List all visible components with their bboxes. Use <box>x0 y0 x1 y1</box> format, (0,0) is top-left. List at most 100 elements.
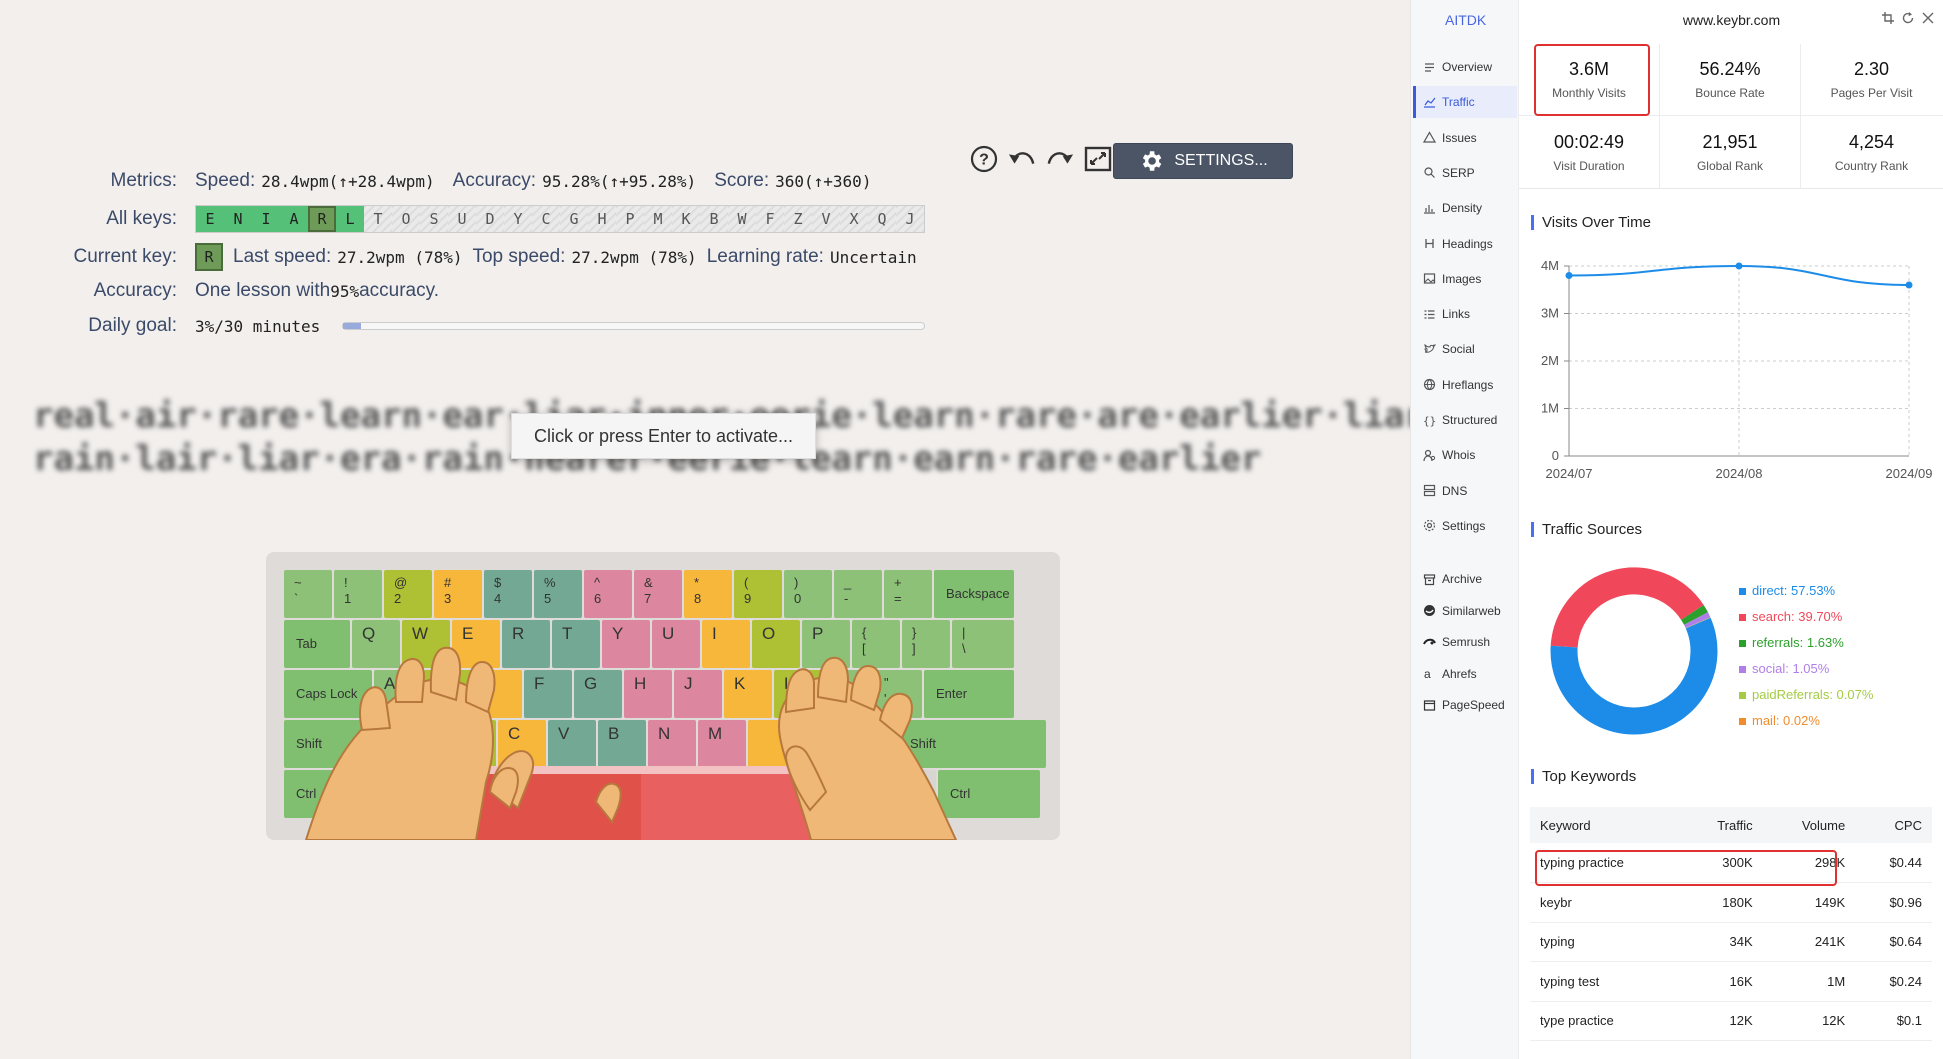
legend-direct: direct: 57.53% <box>1739 578 1873 604</box>
traffic-icon <box>1424 97 1436 108</box>
col-keyword: Keyword <box>1530 807 1682 843</box>
issues-icon <box>1423 131 1436 143</box>
close-icon[interactable] <box>1922 12 1934 24</box>
donut-slice-search <box>1550 567 1704 648</box>
score-delta: (↑+360) <box>804 171 872 191</box>
nav-serp[interactable]: SERP <box>1413 157 1517 189</box>
social-icon <box>1424 343 1436 353</box>
nav-links[interactable]: Links <box>1413 298 1517 330</box>
keyword-row[interactable]: typing 34K 241K $0.64 <box>1530 922 1932 962</box>
keyword-cell: typing test <box>1530 961 1682 1002</box>
top-speed-label: Top speed: <box>472 246 566 267</box>
volume-cell: 241K <box>1762 922 1856 962</box>
aitdk-domain: www.keybr.com <box>1682 12 1781 28</box>
ext-link-ahrefs[interactable]: a Ahrefs <box>1413 658 1517 690</box>
key-strip-h: H <box>588 206 616 232</box>
keyword-row[interactable]: type practice 12K 12K $0.1 <box>1530 1001 1932 1041</box>
ext-link-semrush[interactable]: Semrush <box>1413 626 1517 658</box>
legend-paidreferrals: paidReferrals: 0.07% <box>1739 682 1873 708</box>
ext-link-archive[interactable]: Archive <box>1413 563 1517 595</box>
nav-dns[interactable]: DNS <box>1413 475 1517 507</box>
y-tick-label-0: 0 <box>1552 448 1559 463</box>
overview-icon <box>1425 62 1434 72</box>
legend-swatch <box>1739 639 1746 647</box>
cpc-cell: $0.1 <box>1855 1001 1932 1041</box>
y-tick-label-3: 3M <box>1541 306 1559 321</box>
legend-mail: mail: 0.02% <box>1739 708 1873 734</box>
activate-prompt[interactable]: Click or press Enter to activate... <box>511 413 816 459</box>
whois-icon <box>1423 449 1436 461</box>
keywords-title: Top Keywords <box>1531 769 1636 784</box>
keyword-row[interactable]: typing test 16K 1M $0.24 <box>1530 961 1932 1002</box>
nav-structured[interactable]: {} Structured <box>1413 404 1517 436</box>
key-strip-a: A <box>280 206 308 232</box>
speed-label: Speed: <box>195 170 256 191</box>
accuracy-metric-label: Accuracy: <box>452 170 537 191</box>
all-keys-label: All keys: <box>106 208 177 229</box>
nav-whois[interactable]: Whois <box>1413 439 1517 471</box>
donut-slice-direct <box>1550 617 1718 735</box>
svg-text:?: ? <box>979 152 989 169</box>
y-tick-label-4: 4M <box>1541 258 1559 273</box>
col-cpc: CPC <box>1855 807 1932 843</box>
redo-icon[interactable] <box>1046 145 1074 173</box>
legend-swatch <box>1739 613 1746 621</box>
metrics-label: Metrics: <box>110 170 178 191</box>
nav-issues[interactable]: Issues <box>1413 122 1517 154</box>
key-strip-f: F <box>756 206 784 232</box>
visits-point-2 <box>1905 281 1913 289</box>
nav-images[interactable]: Images <box>1413 263 1517 295</box>
last-speed-value: 27.2wpm (78%) <box>337 247 463 267</box>
cpc-cell: $0.96 <box>1855 882 1932 923</box>
fullscreen-icon[interactable] <box>1084 145 1112 173</box>
key-strip-n: N <box>224 206 252 232</box>
nav-density[interactable]: Density <box>1413 192 1517 224</box>
traffic-cell: 180K <box>1681 882 1763 923</box>
top-speed-value: 27.2wpm (78%) <box>571 247 697 267</box>
undo-icon[interactable] <box>1008 145 1036 173</box>
accuracy-text-pre: One lesson with <box>195 280 331 301</box>
key-strip-d: D <box>476 206 504 232</box>
crop-icon[interactable] <box>1882 12 1894 24</box>
legend-referrals: referrals: 1.63% <box>1739 630 1873 656</box>
hands-illustration <box>304 646 958 840</box>
nav-overview[interactable]: Overview <box>1413 51 1517 83</box>
keyword-cell: type practice <box>1530 1001 1682 1041</box>
visits-chart: 0 1M 2M 3M 4M 2024/07 2024/08 2024/09 <box>1541 258 1933 481</box>
refresh-icon[interactable] <box>1902 12 1914 24</box>
nav-hreflangs[interactable]: Hreflangs <box>1413 369 1517 401</box>
col-traffic: Traffic <box>1681 807 1763 843</box>
legend-swatch <box>1739 691 1746 699</box>
nav-settings[interactable]: Settings <box>1413 510 1517 542</box>
y-tick-label-1: 1M <box>1541 401 1559 416</box>
keywords-table: Keyword Traffic Volume CPC typing practi… <box>1530 807 1932 1041</box>
ext-link-pagespeed[interactable]: PageSpeed <box>1413 689 1517 721</box>
legend-swatch <box>1739 665 1746 673</box>
all-keys-row: All keys: ENIARLTOSUDYCGHPMKBWFZVXQJ <box>0 204 1000 234</box>
settings-button[interactable]: SETTINGS... <box>1113 143 1293 179</box>
key-strip-o: O <box>392 206 420 232</box>
ahrefs-icon: a <box>1424 667 1431 680</box>
key-strip: ENIARLTOSUDYCGHPMKBWFZVXQJ <box>195 205 925 233</box>
visits-title: Visits Over Time <box>1531 215 1651 230</box>
traffic-cell: 34K <box>1681 922 1763 962</box>
key-strip-t: T <box>364 206 392 232</box>
images-icon <box>1423 273 1436 284</box>
volume-cell: 12K <box>1762 1001 1856 1041</box>
visits-point-0 <box>1565 272 1573 279</box>
nav-headings[interactable]: Headings <box>1413 228 1517 260</box>
links-icon <box>1424 309 1435 319</box>
nav-social[interactable]: Social <box>1413 333 1517 365</box>
key-strip-u: U <box>448 206 476 232</box>
keywords-header: Keyword Traffic Volume CPC <box>1530 807 1932 843</box>
learning-rate-value: Uncertain <box>829 247 917 267</box>
nav-traffic[interactable]: Traffic <box>1413 86 1517 119</box>
svg-text:a: a <box>1424 667 1431 680</box>
density-icon <box>1424 204 1435 214</box>
cpc-cell: $0.24 <box>1855 961 1932 1002</box>
keyword-row[interactable]: keybr 180K 149K $0.96 <box>1530 882 1932 923</box>
ext-link-similarweb[interactable]: Similarweb <box>1413 595 1517 627</box>
stat-country-rank: 4,254 Country Rank <box>1834 131 1909 173</box>
key-strip-w: W <box>728 206 756 232</box>
key-strip-v: V <box>812 206 840 232</box>
